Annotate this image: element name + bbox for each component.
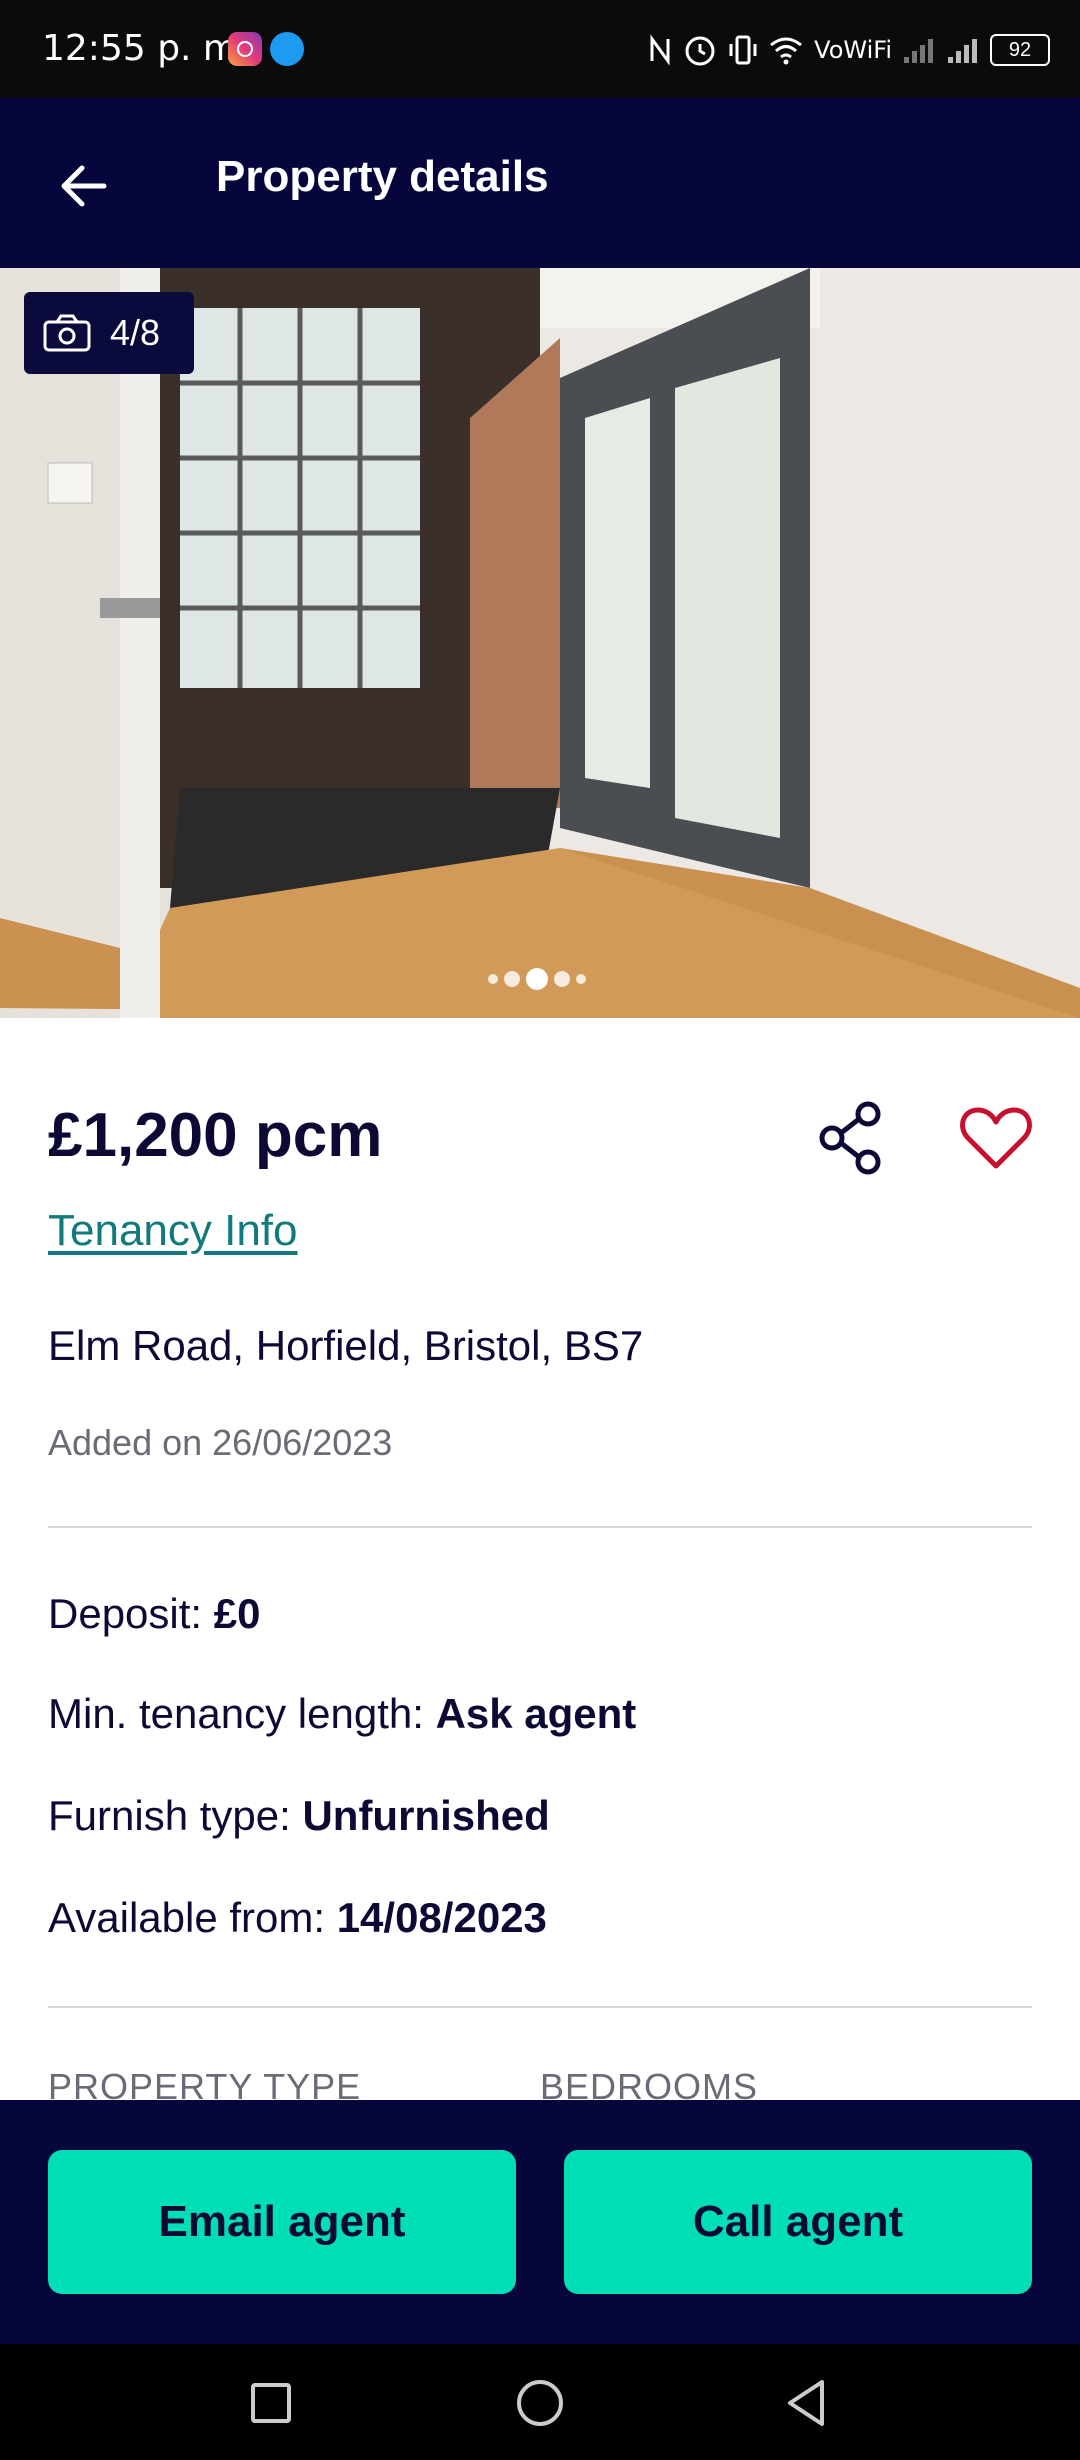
share-button[interactable]: [812, 1098, 892, 1178]
furnish-type-value: Unfurnished: [302, 1792, 550, 1839]
available-from-row: Available from: 14/08/2023: [48, 1894, 547, 1942]
deposit-value: £0: [213, 1590, 261, 1637]
alarm-icon: [685, 36, 715, 66]
status-time: 12:55 p. m.: [42, 28, 250, 69]
app-bar: Property details: [0, 98, 1080, 268]
min-tenancy-label: Min. tenancy length:: [48, 1690, 424, 1737]
heart-icon: [960, 1107, 1032, 1169]
share-icon: [819, 1101, 881, 1175]
carousel-dots: [488, 968, 586, 990]
price: £1,200 pcm: [48, 1101, 383, 1170]
added-date: Added on 26/06/2023: [48, 1422, 393, 1463]
favorite-button[interactable]: [956, 1098, 1036, 1178]
deposit-row: Deposit: £0: [48, 1590, 260, 1638]
recents-icon: [251, 2383, 291, 2423]
system-nav-bar: [0, 2344, 1080, 2460]
email-agent-button[interactable]: Email agent: [48, 2150, 516, 2294]
property-photo: [0, 268, 1080, 1018]
network-label: VoWiFi: [814, 36, 892, 64]
home-button[interactable]: [505, 2368, 575, 2438]
carousel-dot: [504, 971, 520, 987]
deposit-label: Deposit:: [48, 1590, 203, 1637]
nfc-icon: [650, 34, 670, 66]
carousel-dot: [576, 974, 586, 984]
recents-button[interactable]: [236, 2368, 306, 2438]
available-from-label: Available from:: [48, 1894, 326, 1941]
back-button[interactable]: [50, 150, 122, 222]
divider: [48, 2006, 1032, 2008]
divider: [48, 1526, 1032, 1528]
signal-icon-2: [948, 39, 977, 63]
wifi-icon: [770, 37, 803, 65]
instagram-icon: [228, 32, 262, 66]
available-from-value: 14/08/2023: [336, 1894, 547, 1941]
min-tenancy-row: Min. tenancy length: Ask agent: [48, 1690, 636, 1738]
twitter-icon: [270, 32, 304, 66]
status-icons: VoWiFi 92: [648, 24, 1050, 76]
photo-counter-text: 4/8: [110, 312, 161, 353]
home-icon: [517, 2380, 563, 2426]
vibrate-icon: [729, 35, 757, 65]
contact-action-bar: Email agent Call agent: [0, 2100, 1080, 2344]
battery-indicator: 92: [990, 34, 1050, 66]
back-nav-icon: [788, 2380, 824, 2426]
furnish-type-row: Furnish type: Unfurnished: [48, 1792, 550, 1840]
back-nav-button[interactable]: [772, 2368, 842, 2438]
min-tenancy-value: Ask agent: [435, 1690, 637, 1737]
carousel-dot-active: [526, 968, 548, 990]
carousel-dot: [554, 971, 570, 987]
carousel-dot: [488, 974, 498, 984]
back-arrow-icon: [61, 165, 107, 207]
status-bar: 12:55 p. m. VoWiFi 92: [0, 0, 1080, 98]
camera-icon: [43, 314, 91, 352]
property-photo-gallery[interactable]: 4/8: [0, 268, 1080, 1018]
furnish-type-label: Furnish type:: [48, 1792, 291, 1839]
tenancy-info-link[interactable]: Tenancy Info: [48, 1206, 298, 1256]
property-address: Elm Road, Horfield, Bristol, BS7: [48, 1322, 644, 1369]
photo-counter: 4/8: [24, 292, 194, 374]
signal-icon: [904, 39, 933, 63]
call-agent-button[interactable]: Call agent: [564, 2150, 1032, 2294]
page-title: Property details: [216, 152, 549, 201]
